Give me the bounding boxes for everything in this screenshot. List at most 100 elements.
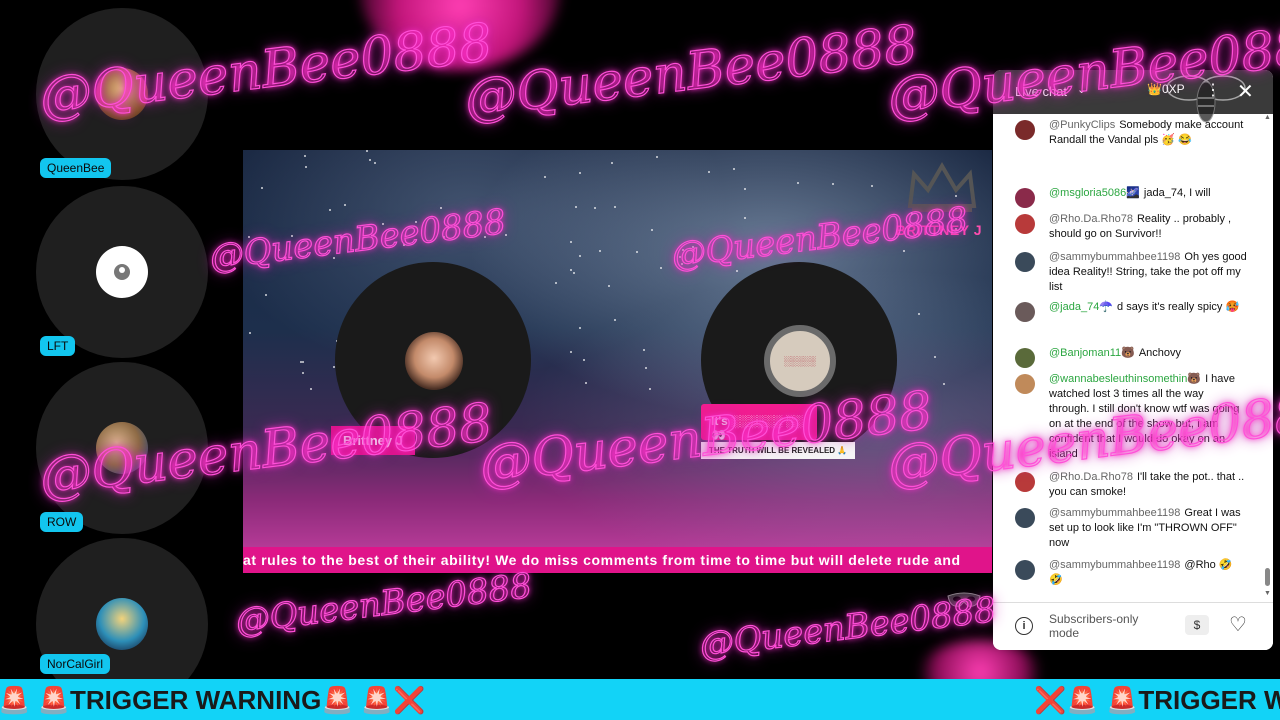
star xyxy=(505,234,507,236)
pink-caption-card: It's ░░░░░░ ░░ 👀 xyxy=(701,404,817,442)
chat-message-text: @jada_74☂️ d says it's really spicy 🥵 xyxy=(1049,300,1247,315)
live-chat-panel: Live chat ⌄ 👑0XP ⋮ ✕ @PunkyClips Somebody… xyxy=(993,70,1273,650)
background-glow xyxy=(360,0,560,70)
ticker-text-left: 🚨 🚨TRIGGER WARNING🚨 🚨❌ xyxy=(0,685,426,715)
pink-caption-text: It's ░░░░░░ ░░ 👀 xyxy=(711,414,803,442)
star xyxy=(943,383,945,385)
avatar[interactable] xyxy=(1015,252,1035,272)
participant-tile-lft[interactable]: LFT xyxy=(36,186,208,358)
star xyxy=(304,155,306,157)
avatar[interactable] xyxy=(1015,348,1035,368)
close-icon[interactable]: ✕ xyxy=(1237,79,1254,104)
chat-message-text: @sammybummahbee1198 Great I was set up to… xyxy=(1049,506,1247,551)
star xyxy=(871,185,873,187)
truth-banner: THE TRUTH WILL BE REVEALED 🙏 xyxy=(701,442,856,459)
star xyxy=(708,171,710,173)
avatar[interactable] xyxy=(1015,120,1035,140)
star xyxy=(736,270,738,272)
chat-message-text: @PunkyClips Somebody make account Randall… xyxy=(1049,118,1247,148)
chat-author[interactable]: @sammybummahbee1198 xyxy=(1049,507,1180,519)
rules-ticker: at rules to the best of their ability! W… xyxy=(243,547,992,573)
chat-author[interactable]: @sammybummahbee1198 xyxy=(1049,251,1180,263)
star xyxy=(614,206,616,208)
participant-tile-row[interactable]: ROW xyxy=(36,362,208,534)
star xyxy=(579,172,581,174)
chat-author[interactable]: @msgloria5086🌌 xyxy=(1049,187,1140,199)
participant-name: NorCalGirl xyxy=(40,654,111,674)
star xyxy=(302,361,304,363)
avatar[interactable] xyxy=(1015,302,1035,322)
chevron-down-icon[interactable]: ⌄ xyxy=(1077,83,1086,96)
chat-author[interactable]: @PunkyClips xyxy=(1049,119,1115,131)
star xyxy=(599,250,601,252)
chat-author[interactable]: @Banjoman11🐻 xyxy=(1049,347,1135,359)
info-icon[interactable]: i xyxy=(1015,617,1033,635)
star xyxy=(403,244,405,246)
chat-body: d says it's really spicy 🥵 xyxy=(1117,301,1240,313)
scroll-down-arrow-icon[interactable]: ▼ xyxy=(1264,590,1271,597)
star xyxy=(382,223,384,225)
star xyxy=(649,388,651,390)
chat-footer: i Subscribers-only mode $ ♡ xyxy=(993,602,1273,650)
chat-mode-dropdown[interactable]: Live chat xyxy=(1015,84,1067,99)
crown-icon xyxy=(907,162,977,212)
watermark-text: @QueenBee0888 xyxy=(233,565,535,642)
avatar xyxy=(405,332,463,390)
avatar[interactable] xyxy=(1015,214,1035,234)
chat-message-text: @wannabesleuthinsomethin🐻 I have watched … xyxy=(1049,372,1247,462)
avatar[interactable] xyxy=(1015,374,1035,394)
star xyxy=(573,272,575,274)
star xyxy=(443,236,445,238)
chat-author[interactable]: @jada_74☂️ xyxy=(1049,301,1113,313)
star xyxy=(918,313,920,315)
participant-tile-queenbee[interactable]: QueenBee xyxy=(36,8,208,180)
avatar xyxy=(96,422,148,474)
star xyxy=(310,388,312,390)
chat-message-text: @sammybummahbee1198 @Rho 🤣 🤣 xyxy=(1049,558,1247,588)
avatar[interactable] xyxy=(1015,560,1035,580)
star xyxy=(679,256,681,258)
star xyxy=(744,217,746,219)
scroll-up-arrow-icon[interactable]: ▲ xyxy=(1264,114,1271,121)
host-name-label: Brittney J xyxy=(331,426,415,455)
avatar[interactable] xyxy=(1015,508,1035,528)
avatar xyxy=(96,598,148,650)
xp-badge: 👑0XP xyxy=(1147,82,1185,96)
star xyxy=(366,150,368,152)
chat-message-list[interactable]: @PunkyClips Somebody make account Randall… xyxy=(993,114,1263,602)
chat-message-text: @msgloria5086🌌 jada_74, I will xyxy=(1049,186,1247,201)
chat-message-text: @Banjoman11🐻 Anchovy xyxy=(1049,346,1247,361)
heart-icon[interactable]: ♡ xyxy=(1229,612,1247,637)
star xyxy=(369,159,371,161)
chat-body: I have watched lost 3 times all the way … xyxy=(1049,373,1240,460)
star xyxy=(570,241,572,243)
chat-body: Anchovy xyxy=(1138,347,1182,359)
rules-ticker-text: at rules to the best of their ability! W… xyxy=(243,552,961,568)
star xyxy=(265,294,267,296)
star xyxy=(570,351,572,353)
super-chat-icon[interactable]: $ xyxy=(1185,615,1209,635)
more-options-icon[interactable]: ⋮ xyxy=(1205,80,1221,100)
star xyxy=(608,285,610,287)
chat-message-text: @Rho.Da.Rho78 I'll take the pot.. that ..… xyxy=(1049,470,1247,500)
chat-author[interactable]: @Rho.Da.Rho78 xyxy=(1049,213,1133,225)
stage-brand: BRITTNEY J xyxy=(895,222,982,238)
avatar[interactable] xyxy=(1015,188,1035,208)
star xyxy=(579,327,581,329)
scroll-thumb[interactable] xyxy=(1265,568,1270,586)
chat-author[interactable]: @wannabesleuthinsomethin🐻 xyxy=(1049,373,1201,385)
star xyxy=(733,168,735,170)
star xyxy=(611,162,613,164)
star xyxy=(645,367,647,369)
star xyxy=(660,267,662,269)
mask-icon xyxy=(947,592,981,607)
avatar[interactable] xyxy=(1015,472,1035,492)
chat-author[interactable]: @sammybummahbee1198 xyxy=(1049,559,1180,571)
star xyxy=(333,257,335,259)
chat-author[interactable]: @Rho.Da.Rho78 xyxy=(1049,471,1133,483)
star xyxy=(934,356,936,358)
subscribers-only-notice: Subscribers-only mode xyxy=(1049,612,1139,640)
chat-scrollbar[interactable]: ▲ ▼ xyxy=(1263,114,1271,602)
star xyxy=(594,207,596,209)
star xyxy=(636,251,638,253)
